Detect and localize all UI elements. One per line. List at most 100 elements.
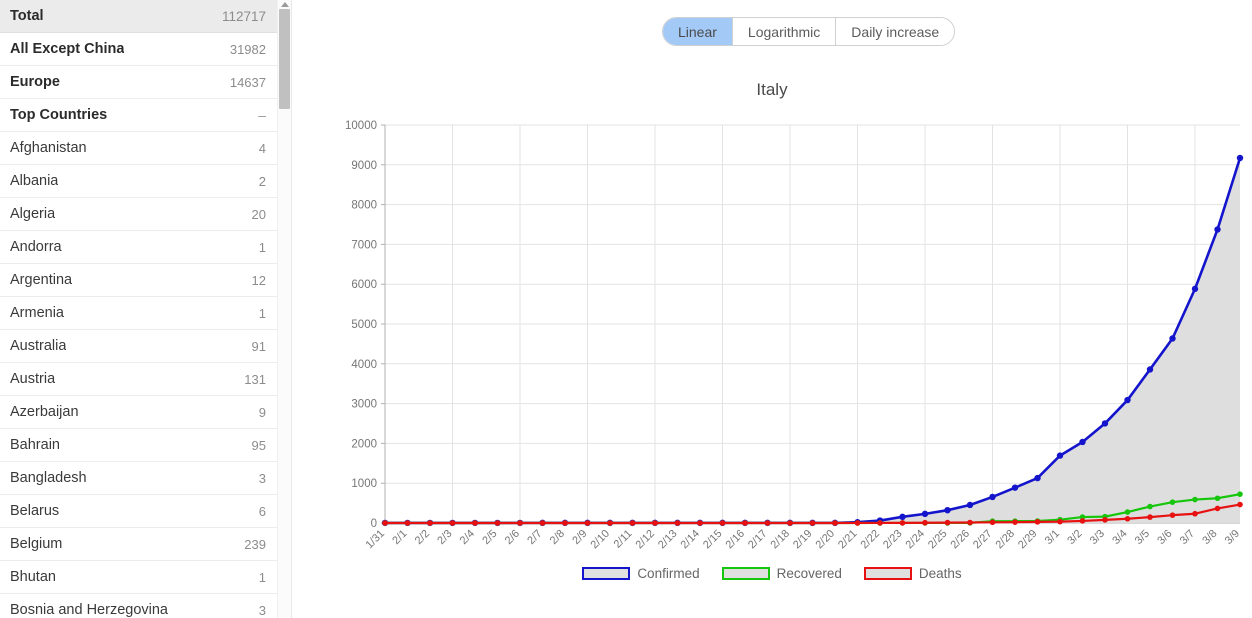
scroll-up-arrow-icon[interactable]: [278, 0, 291, 9]
data-point[interactable]: [562, 520, 568, 526]
data-point[interactable]: [697, 520, 703, 526]
data-point[interactable]: [1237, 501, 1243, 508]
data-point[interactable]: [1146, 366, 1154, 373]
data-point[interactable]: [899, 520, 906, 526]
data-point[interactable]: [921, 510, 929, 518]
data-point[interactable]: [899, 513, 906, 521]
data-point[interactable]: [854, 520, 861, 526]
data-point[interactable]: [832, 520, 838, 526]
data-point[interactable]: [539, 520, 546, 526]
data-point[interactable]: [1124, 509, 1131, 515]
data-point[interactable]: [1169, 499, 1176, 505]
data-point[interactable]: [652, 520, 658, 526]
data-point[interactable]: [1012, 519, 1018, 525]
sidebar-item-albania[interactable]: Albania 2: [0, 165, 278, 198]
data-point[interactable]: [764, 520, 771, 526]
data-point[interactable]: [966, 501, 974, 509]
data-point[interactable]: [1011, 484, 1019, 491]
data-point[interactable]: [787, 520, 793, 526]
data-point[interactable]: [1169, 512, 1176, 518]
data-point[interactable]: [1236, 154, 1244, 162]
data-point[interactable]: [944, 506, 951, 514]
sidebar-row-value: 4: [258, 140, 266, 156]
legend-item-recovered[interactable]: Recovered: [721, 566, 842, 581]
country-sidebar: Total 112717 All Except China 31982 Europe 14…: [0, 0, 292, 618]
data-point[interactable]: [1147, 514, 1153, 520]
sidebar-item-australia[interactable]: Australia 91: [0, 330, 278, 363]
data-point[interactable]: [1034, 474, 1041, 482]
data-point[interactable]: [607, 520, 613, 526]
data-point[interactable]: [877, 520, 883, 526]
sidebar-item-algeria[interactable]: Algeria 20: [0, 198, 278, 231]
data-point[interactable]: [742, 520, 748, 526]
data-point[interactable]: [404, 520, 411, 526]
data-point[interactable]: [1147, 503, 1153, 510]
data-point[interactable]: [989, 519, 996, 526]
data-point[interactable]: [674, 520, 681, 526]
data-point[interactable]: [719, 520, 726, 526]
sidebar-item-bhutan[interactable]: Bhutan 1: [0, 561, 278, 594]
data-point[interactable]: [922, 519, 928, 526]
sidebar-item-azerbaijan[interactable]: Azerbaijan 9: [0, 396, 278, 429]
sidebar-row-label: Albania: [10, 173, 59, 189]
legend-label: Deaths: [918, 566, 962, 581]
data-point[interactable]: [1214, 226, 1221, 233]
data-point[interactable]: [967, 519, 973, 526]
data-point[interactable]: [809, 520, 816, 526]
data-point[interactable]: [1192, 496, 1198, 503]
sidebar-summary-row[interactable]: All Except China 31982: [0, 33, 278, 66]
data-point[interactable]: [1214, 495, 1221, 502]
data-point[interactable]: [1102, 517, 1108, 523]
data-point[interactable]: [1169, 335, 1176, 342]
sidebar-item-afghanistan[interactable]: Afghanistan 4: [0, 132, 278, 165]
data-point[interactable]: [1237, 491, 1243, 497]
data-point[interactable]: [584, 520, 591, 526]
sidebar-item-armenia[interactable]: Armenia 1: [0, 297, 278, 330]
legend-item-confirmed[interactable]: Confirmed: [582, 566, 700, 581]
data-point[interactable]: [1191, 285, 1199, 293]
data-point[interactable]: [989, 493, 996, 501]
sidebar-item-andorra[interactable]: Andorra 1: [0, 231, 278, 264]
x-tick-label: 2/7: [525, 528, 544, 547]
sidebar-item-bahrain[interactable]: Bahrain 95: [0, 429, 278, 462]
y-tick-label: 9000: [351, 160, 377, 172]
data-point[interactable]: [629, 520, 636, 526]
sidebar-row-value: 1: [258, 239, 266, 255]
data-point[interactable]: [1124, 515, 1131, 522]
data-point[interactable]: [449, 520, 456, 526]
data-point[interactable]: [427, 520, 433, 526]
x-tick-label: 2/3: [435, 528, 454, 547]
legend-item-deaths[interactable]: Deaths: [863, 566, 962, 581]
data-point[interactable]: [1034, 519, 1041, 525]
sidebar-item-bosnia-and-herzegovina[interactable]: Bosnia and Herzegovina 3: [0, 594, 278, 618]
data-point[interactable]: [494, 520, 501, 526]
x-tick-label: 2/8: [548, 528, 567, 547]
data-point[interactable]: [517, 520, 523, 526]
data-point[interactable]: [1079, 438, 1086, 446]
sidebar-summary-row[interactable]: Europe 14637: [0, 66, 278, 99]
data-point[interactable]: [944, 519, 951, 526]
data-point[interactable]: [382, 520, 388, 526]
data-point[interactable]: [1101, 420, 1109, 427]
sidebar-item-argentina[interactable]: Argentina 12: [0, 264, 278, 297]
sidebar-section-header-top-countries[interactable]: Top Countries –: [0, 99, 278, 132]
sidebar-scrollbar[interactable]: [277, 0, 291, 618]
sidebar-item-bangladesh[interactable]: Bangladesh 3: [0, 462, 278, 495]
sidebar-item-belarus[interactable]: Belarus 6: [0, 495, 278, 528]
y-tick-label: 4000: [351, 359, 377, 371]
data-point[interactable]: [1192, 510, 1198, 517]
data-point[interactable]: [472, 520, 478, 526]
scrollbar-thumb[interactable]: [279, 9, 290, 109]
data-point[interactable]: [1214, 505, 1221, 512]
collapse-icon[interactable]: –: [258, 108, 266, 122]
data-point[interactable]: [1124, 396, 1131, 404]
data-point[interactable]: [1057, 518, 1063, 525]
data-point[interactable]: [1056, 452, 1064, 459]
sidebar-row-value: 9: [258, 404, 266, 420]
sidebar-item-austria[interactable]: Austria 131: [0, 363, 278, 396]
data-point[interactable]: [1079, 518, 1086, 524]
sidebar-item-belgium[interactable]: Belgium 239: [0, 528, 278, 561]
sidebar-row-value: 131: [244, 371, 266, 387]
sidebar-summary-row[interactable]: Total 112717: [0, 0, 278, 33]
x-tick-label: 3/4: [1110, 528, 1129, 547]
